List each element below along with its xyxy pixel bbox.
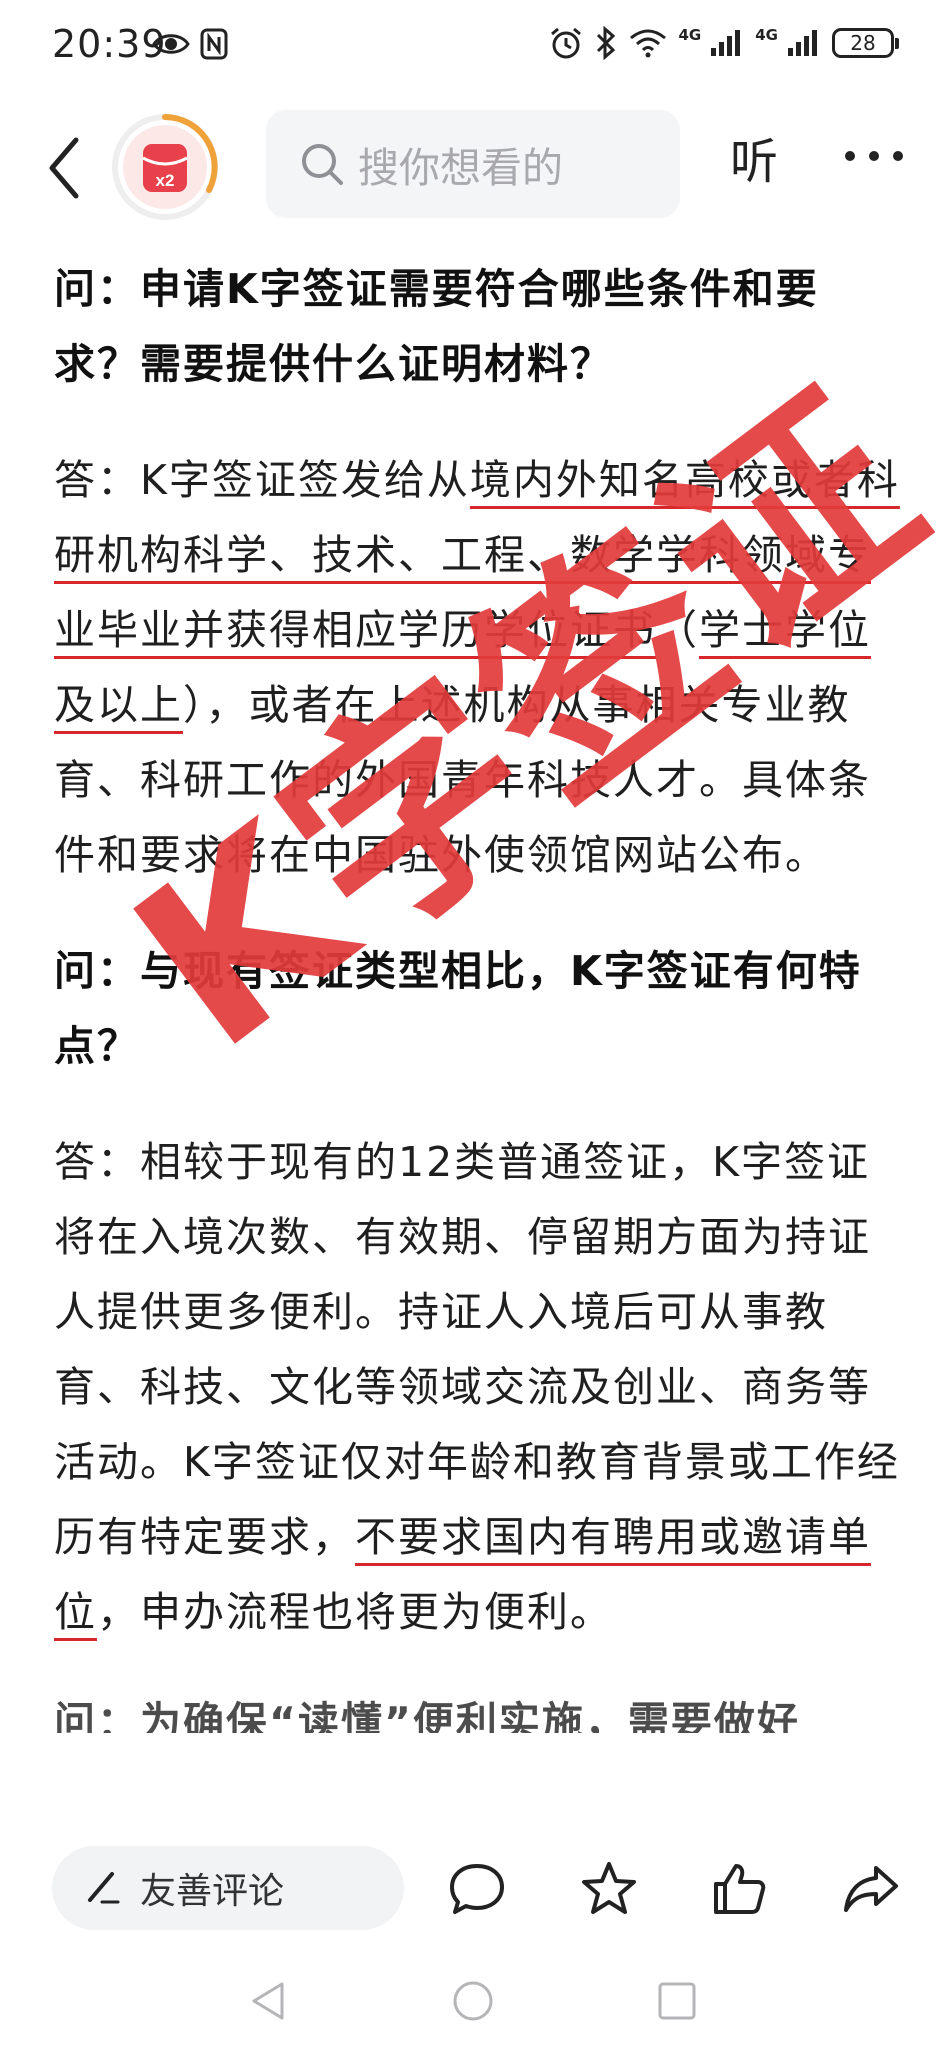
nav-home-icon[interactable] [450, 1978, 496, 2024]
listen-button[interactable]: 听 [730, 122, 778, 192]
top-nav: x2 搜你想看的 听 [0, 96, 946, 246]
redpacket-icon: x2 [112, 114, 218, 220]
answer-1: 答：K字签证签发给从境内外知名高校或者科研机构科学、技术、工程、数学学科领域专业… [54, 443, 904, 893]
share-icon[interactable] [840, 1858, 902, 1920]
status-time: 20:39 [52, 22, 167, 66]
status-right: 4G 4G 28 [549, 25, 899, 60]
answer-2-prefix: 答：相较于现有的12类普通签证，K字签证将在入境次数、有效期、停留期方面为持证人… [54, 1138, 900, 1561]
status-left-icons [152, 28, 228, 60]
bottom-bar: 友善评论 [0, 1842, 946, 1936]
question-1: 问：申请K字签证需要符合哪些条件和要求？需要提供什么证明材料？ [54, 265, 819, 388]
wifi-icon [629, 29, 666, 58]
search-input[interactable]: 搜你想看的 [266, 110, 680, 218]
answer-2: 答：相较于现有的12类普通签证，K字签证将在入境次数、有效期、停留期方面为持证人… [54, 1125, 904, 1650]
alarm-icon [550, 27, 581, 59]
search-icon [302, 144, 343, 185]
eye-icon [152, 34, 190, 54]
more-icon[interactable] [838, 136, 910, 176]
search-placeholder: 搜你想看的 [358, 144, 563, 192]
nav-back-icon[interactable] [246, 1978, 292, 2024]
battery-icon: 28 [832, 28, 899, 58]
network-label-2: 4G [755, 25, 778, 44]
comment-input[interactable]: 友善评论 [52, 1846, 404, 1930]
like-icon[interactable] [708, 1858, 770, 1920]
system-nav-bar [0, 1960, 946, 2048]
question-3-partial: 问：为确保“读懂”便利实施，需要做好 [54, 1698, 800, 1733]
star-icon[interactable] [578, 1858, 640, 1920]
nfc-icon [200, 28, 228, 60]
status-bar: 20:39 4G 4G 28 [0, 0, 946, 96]
comment-placeholder: 友善评论 [140, 1871, 285, 1912]
answer-2-suffix: ，申办流程也将更为便利。 [97, 1588, 613, 1636]
comment-icon[interactable] [446, 1858, 508, 1920]
answer-1-prefix: 答：K字签证签发给从 [54, 456, 470, 504]
question-2: 问：与现有签证类型相比，K字签证有何特点？ [54, 947, 862, 1070]
back-icon[interactable] [36, 128, 96, 208]
signal-icon [788, 30, 817, 56]
answer-1-paren: （ [656, 606, 699, 654]
nav-recent-icon[interactable] [654, 1978, 700, 2024]
article-body: 问：申请K字签证需要符合哪些条件和要求？需要提供什么证明材料？ 答：K字签证签发… [54, 252, 904, 1774]
signal-icon [711, 30, 741, 56]
redpacket-badge: x2 [156, 171, 175, 190]
network-label-1: 4G [678, 25, 702, 44]
bluetooth-icon [596, 26, 615, 60]
redpacket-button[interactable]: x2 [110, 112, 220, 222]
pen-icon [88, 1872, 120, 1904]
